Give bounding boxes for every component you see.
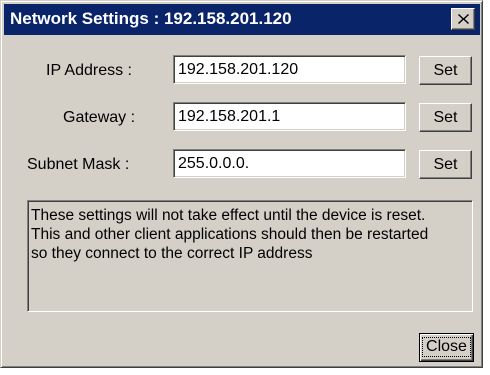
message-line: so they connect to the correct IP addres… (31, 245, 313, 262)
set-subnet-mask-button[interactable]: Set (419, 150, 472, 179)
set-ip-address-button[interactable]: Set (419, 56, 472, 85)
subnet-mask-field[interactable] (173, 149, 406, 178)
info-message-box: These settings will not take effect unti… (27, 200, 473, 312)
message-line: This and other client applications shoul… (31, 226, 429, 243)
title-bar[interactable]: Network Settings : 192.158.201.120 (4, 4, 480, 35)
set-gateway-button[interactable]: Set (419, 103, 472, 132)
subnet-mask-label: Subnet Mask : (27, 156, 130, 173)
ip-address-label: IP Address : (46, 62, 132, 79)
gateway-label: Gateway : (63, 109, 136, 126)
window-close-button[interactable] (451, 8, 475, 30)
ip-address-field[interactable] (173, 55, 406, 84)
window-title: Network Settings : 192.158.201.120 (10, 9, 292, 28)
gateway-field[interactable] (173, 102, 406, 131)
message-line: These settings will not take effect unti… (31, 207, 426, 224)
close-button[interactable]: Close (419, 333, 474, 362)
network-settings-dialog: Network Settings : 192.158.201.120 IP Ad… (0, 0, 483, 368)
close-button-label: Close (422, 337, 471, 357)
close-icon (458, 14, 469, 24)
